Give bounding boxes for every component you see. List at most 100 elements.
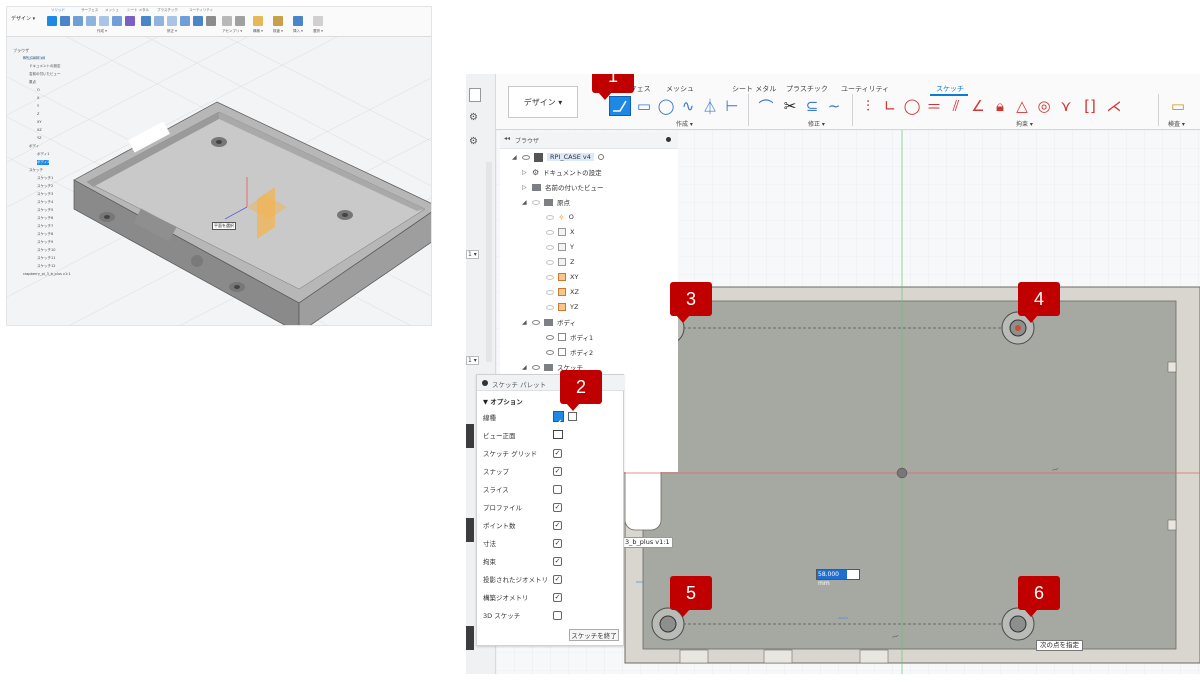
tree-row-plane-xz[interactable]: XZ [546, 285, 579, 299]
eye-icon[interactable] [546, 274, 554, 280]
activate-radio-icon[interactable] [597, 154, 604, 160]
thumb-tree-sketches[interactable]: スケッチ [29, 168, 43, 173]
checkbox[interactable]: ✓ [553, 574, 562, 584]
palette-row-sketch-grid[interactable]: スケッチ グリッド ✓ [483, 446, 619, 460]
thumb-tree-sketch2[interactable]: スケッチ2 [37, 184, 53, 189]
look-at-icon[interactable] [553, 430, 563, 439]
expand-down-icon[interactable]: ◢ [522, 199, 528, 206]
rectangle-icon[interactable]: ▭ [634, 96, 654, 116]
perpendicular-icon[interactable]: ∠ [968, 96, 988, 116]
palette-row-constraints[interactable]: 拘束 ✓ [483, 554, 619, 568]
thumb-tree-sketch11[interactable]: スケッチ11 [37, 256, 55, 261]
tree-row-origin[interactable]: ◢ 原点 [522, 195, 570, 209]
tree-row-bodies[interactable]: ◢ ボディ [522, 315, 576, 329]
tree-row-axis-y[interactable]: Y [546, 240, 574, 254]
palette-row-dimensions[interactable]: 寸法 ✓ [483, 536, 619, 550]
thumb-plane-icon[interactable] [253, 16, 263, 26]
thumb-tree-body1[interactable]: ボディ1 [37, 152, 49, 157]
tree-row-axis-x[interactable]: X [546, 225, 574, 239]
thumb-extrude-icon[interactable] [60, 16, 70, 26]
thumb-group-create[interactable]: 作成 ▾ [97, 29, 107, 34]
thumb-tree-doc-settings[interactable]: ドキュメントの設定 [29, 64, 61, 69]
thumb-design-menu[interactable]: デザイン ▾ [11, 15, 35, 22]
thumb-insert-icon[interactable] [293, 16, 303, 26]
thumb-tree-raspberry-pi[interactable]: raspberry_pi_3_b_plus v1:1 [23, 272, 71, 276]
thumb-tree-origin[interactable]: 原点 [29, 80, 36, 85]
tree-row-root[interactable]: ◢ RPI_CASE v4 [512, 150, 604, 164]
thumb-tree-sketch4[interactable]: スケッチ4 [37, 200, 53, 205]
tab-utility[interactable]: ユーティリティ [841, 84, 889, 94]
slot-icon[interactable]: ⊢ [722, 96, 742, 116]
thumb-tree-sketch9[interactable]: スケッチ9 [37, 240, 53, 245]
thumb-tree-sketch3[interactable]: スケッチ3 [37, 192, 53, 197]
thumb-3d-viewport[interactable] [7, 37, 432, 326]
checkbox[interactable]: ✓ [553, 556, 562, 566]
fillet-icon[interactable]: ⌒ [756, 96, 776, 116]
offset-icon[interactable]: ⊆ [802, 96, 822, 116]
thumb-measure-icon[interactable] [273, 16, 283, 26]
eye-icon[interactable] [532, 319, 540, 325]
thumb-press-pull-icon[interactable] [141, 16, 151, 26]
tree-row-named-views[interactable]: ▷ 名前の付いたビュー [522, 180, 604, 194]
eye-icon[interactable] [522, 154, 530, 160]
thumb-revolve-icon[interactable] [73, 16, 83, 26]
palette-row-3d-sketch[interactable]: 3D スケッチ [483, 608, 619, 622]
tab-plastic[interactable]: プラスチック [786, 84, 828, 94]
thumb-group-inspect[interactable]: 検査 ▾ [273, 29, 283, 34]
palette-row-construction-geometry[interactable]: 構築ジオメトリ ✓ [483, 590, 619, 604]
thumb-tree-bodies[interactable]: ボディ [29, 144, 39, 149]
thumb-tree-xy[interactable]: XY [37, 120, 42, 124]
thumb-tree-sketch1[interactable]: スケッチ1 [37, 176, 53, 181]
design-workspace-menu[interactable]: デザイン ▾ [508, 86, 578, 118]
thumb-tab-solid[interactable]: ソリッド [51, 8, 65, 13]
expand-down-icon[interactable]: ◢ [512, 154, 518, 161]
thumb-tree-yz[interactable]: YZ [37, 136, 42, 140]
mirror-icon[interactable]: ⏃ [700, 96, 720, 116]
thumb-tree-named-views[interactable]: 名前の付いたビュー [29, 72, 61, 77]
parallel-icon[interactable]: ⫽ [946, 96, 966, 116]
thumb-tab-plastic[interactable]: プラスチック [157, 8, 178, 13]
thumb-group-modify[interactable]: 修正 ▾ [167, 29, 177, 34]
line-tool-button[interactable] [609, 96, 631, 116]
settings-icon[interactable]: ⚙ [469, 136, 478, 147]
thumb-tree-sketch6[interactable]: スケッチ6 [37, 216, 53, 221]
strip-badge-2[interactable]: 1 ▾ [466, 356, 479, 365]
concentric-icon[interactable]: ◎ [1034, 96, 1054, 116]
browser-options-icon[interactable] [666, 137, 671, 142]
checkbox[interactable] [553, 610, 562, 620]
circle-icon[interactable]: ◯ [656, 96, 676, 116]
collapse-arrow-icon[interactable]: ◂◂ [504, 135, 510, 142]
thumb-shell-icon[interactable] [180, 16, 190, 26]
group-constraint[interactable]: 拘束 ▾ [1016, 119, 1033, 128]
thumb-tree-sketch10[interactable]: スケッチ10 [37, 248, 55, 253]
tree-row-axis-z[interactable]: Z [546, 255, 574, 269]
thumb-combine-icon[interactable] [193, 16, 203, 26]
tree-row-doc-settings[interactable]: ▷ ⚙ ドキュメントの設定 [522, 165, 602, 179]
expand-down-icon[interactable]: ◢ [522, 319, 528, 326]
group-modify[interactable]: 修正 ▾ [808, 119, 825, 128]
thumb-tab-sheetmetal[interactable]: シート メタル [127, 8, 149, 13]
eye-icon[interactable] [546, 334, 554, 340]
options-section-header[interactable]: ▼ オプション [483, 396, 523, 406]
palette-row-slice[interactable]: スライス [483, 482, 619, 496]
eye-icon[interactable] [546, 259, 554, 265]
triangle-icon[interactable]: △ [1012, 96, 1032, 116]
symmetric-icon[interactable]: [] [1080, 96, 1100, 116]
coincident-icon[interactable]: ∟ [880, 96, 900, 116]
tab-sheet-metal[interactable]: シート メタル [732, 84, 776, 94]
group-inspect[interactable]: 検査 ▾ [1168, 119, 1185, 128]
thumb-select-icon[interactable] [313, 16, 323, 26]
thumb-tab-utility[interactable]: ユーティリティ [189, 8, 213, 13]
eye-icon[interactable] [546, 349, 554, 355]
thumb-group-insert[interactable]: 挿入 ▾ [293, 29, 303, 34]
measure-icon[interactable]: ▭ [1168, 96, 1188, 116]
thumb-fillet-icon[interactable] [154, 16, 164, 26]
browser-scrollbar[interactable] [486, 162, 492, 362]
gear-icon[interactable]: ⚙ [469, 112, 478, 123]
expand-right-icon[interactable]: ▷ [522, 169, 528, 176]
thumb-tree-sketch8[interactable]: スケッチ8 [37, 232, 53, 237]
tree-row-body2[interactable]: ボディ2 [546, 345, 593, 359]
project-icon[interactable]: ⫶ [858, 96, 878, 116]
tree-row-plane-xy[interactable]: XY [546, 270, 578, 284]
trim-icon[interactable]: ✂ [780, 96, 800, 116]
